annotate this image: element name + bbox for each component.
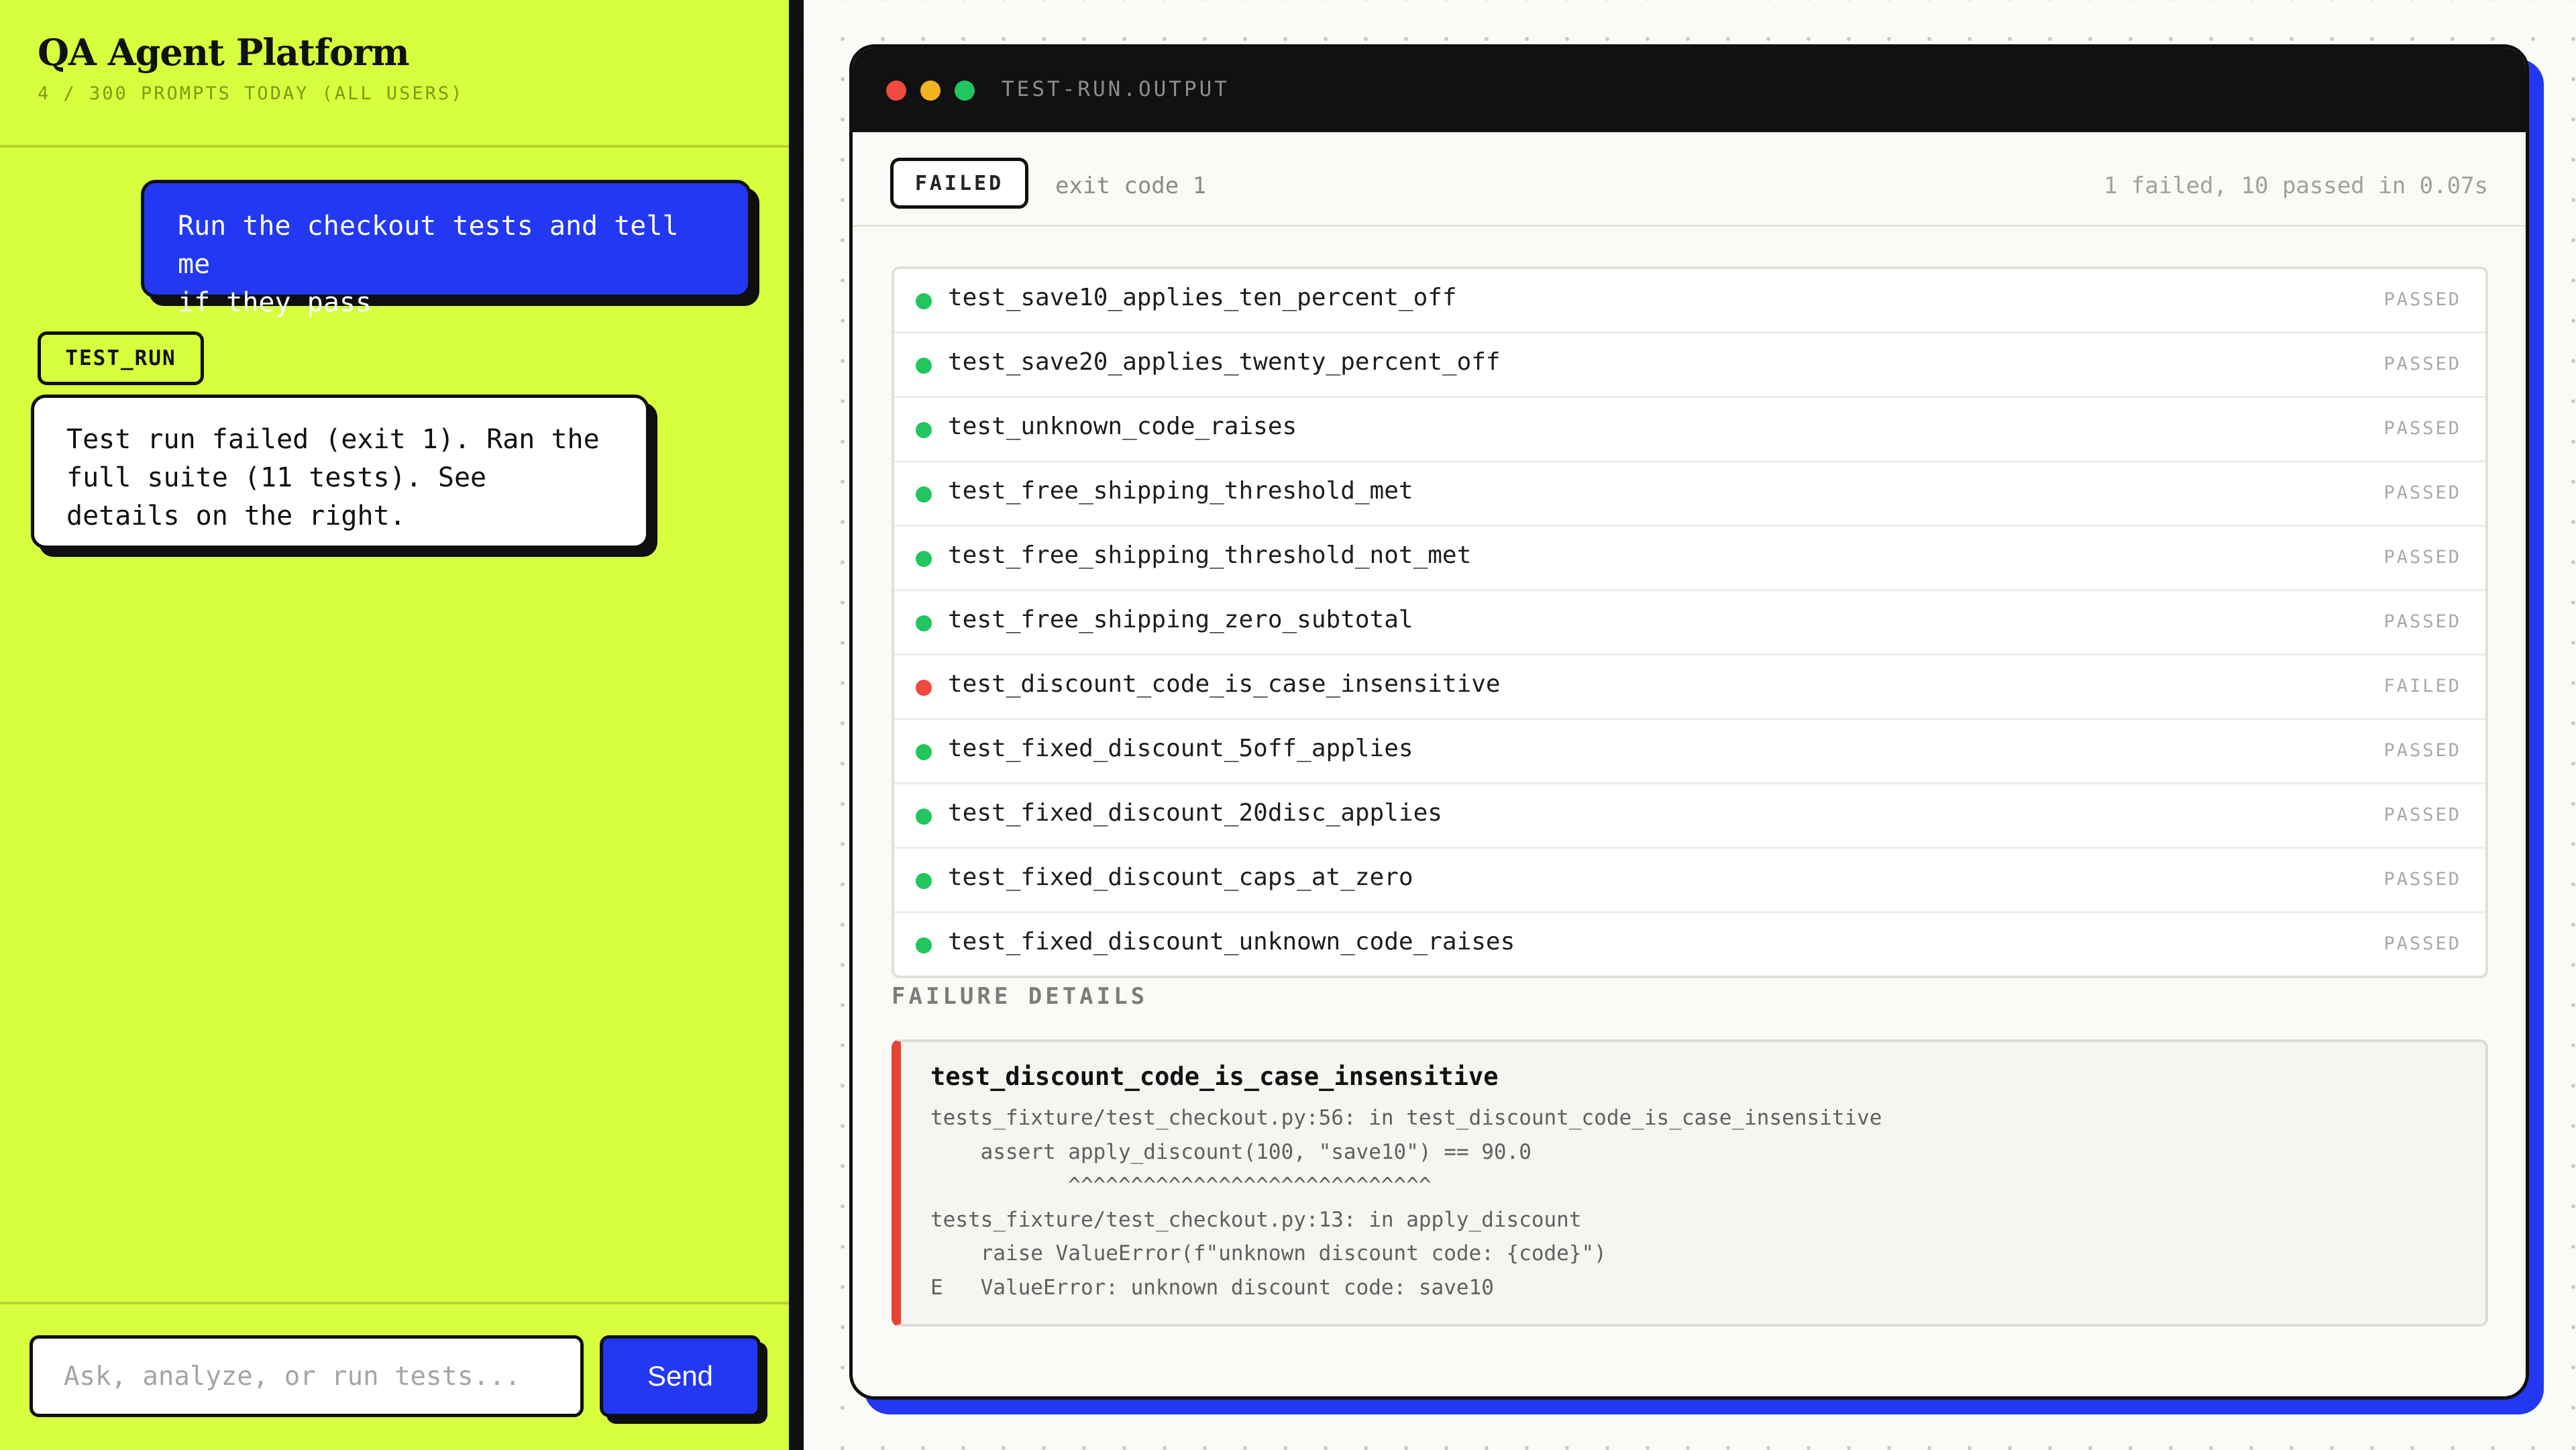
test-result-row[interactable]: test_fixed_discount_5off_applies PASSED bbox=[894, 720, 2485, 784]
test-name: test_fixed_discount_unknown_code_raises bbox=[948, 928, 1515, 955]
test-result-row[interactable]: test_fixed_discount_20disc_applies PASSED bbox=[894, 784, 2485, 849]
header-divider bbox=[0, 145, 789, 148]
test-run-window: TEST-RUN.OUTPUT FAILED exit code 1 1 fai… bbox=[849, 44, 2529, 1400]
test-name: test_free_shipping_zero_subtotal bbox=[948, 606, 1413, 633]
composer-divider bbox=[0, 1302, 789, 1304]
test-name: test_free_shipping_threshold_not_met bbox=[948, 541, 1472, 569]
failure-detail-card: test_discount_code_is_case_insensitive t… bbox=[892, 1039, 2488, 1327]
maximize-window-dot[interactable] bbox=[955, 81, 975, 101]
test-result-row[interactable]: test_unknown_code_raises PASSED bbox=[894, 398, 2485, 462]
test-status: PASSED bbox=[2383, 418, 2461, 439]
tool-call-tag[interactable]: TEST_RUN bbox=[38, 331, 204, 385]
test-name: test_save20_applies_twenty_percent_off bbox=[948, 348, 1501, 376]
status-dot-icon bbox=[916, 422, 932, 438]
status-dot-icon bbox=[916, 680, 932, 696]
panel-divider bbox=[789, 0, 804, 1450]
failure-details-heading: FAILURE DETAILS bbox=[892, 983, 1148, 1010]
test-name: test_fixed_discount_caps_at_zero bbox=[948, 864, 1413, 891]
test-name: test_free_shipping_threshold_met bbox=[948, 477, 1413, 505]
status-dot-icon bbox=[916, 358, 932, 374]
test-result-row[interactable]: test_free_shipping_threshold_met PASSED bbox=[894, 462, 2485, 527]
status-dot-icon bbox=[916, 744, 932, 760]
status-dot-icon bbox=[916, 937, 932, 953]
test-result-row[interactable]: test_save10_applies_ten_percent_off PASSE… bbox=[894, 269, 2485, 333]
test-result-row[interactable]: test_save20_applies_twenty_percent_off PA… bbox=[894, 333, 2485, 398]
status-dot-icon bbox=[916, 551, 932, 567]
exit-code: exit code 1 bbox=[1055, 172, 1207, 199]
test-name: test_discount_code_is_case_insensitive bbox=[948, 670, 1501, 698]
test-name: test_unknown_code_raises bbox=[948, 413, 1297, 440]
run-summary: 1 failed, 10 passed in 0.07s bbox=[2103, 172, 2488, 199]
test-result-row[interactable]: test_fixed_discount_unknown_code_raises P… bbox=[894, 913, 2485, 976]
test-status: PASSED bbox=[2383, 740, 2461, 761]
window-titlebar: TEST-RUN.OUTPUT bbox=[853, 48, 2526, 132]
chat-panel: QA Agent Platform 4 / 300 PROMPTS TODAY … bbox=[0, 0, 789, 1450]
brand-header: QA Agent Platform 4 / 300 PROMPTS TODAY … bbox=[38, 31, 464, 104]
test-result-row[interactable]: test_free_shipping_zero_subtotal PASSED bbox=[894, 591, 2485, 656]
status-dot-icon bbox=[916, 486, 932, 503]
test-status: PASSED bbox=[2383, 354, 2461, 374]
user-message: Run the checkout tests and tell me if th… bbox=[141, 180, 751, 318]
test-result-row[interactable]: test_free_shipping_threshold_not_met PASS… bbox=[894, 527, 2485, 591]
status-dot-icon bbox=[916, 873, 932, 889]
test-name: test_save10_applies_ten_percent_off bbox=[948, 284, 1457, 311]
send-button[interactable]: Send bbox=[600, 1335, 761, 1417]
app-title: QA Agent Platform bbox=[38, 31, 410, 74]
status-dot-icon bbox=[916, 293, 932, 309]
run-status-row: FAILED exit code 1 1 failed, 10 passed i… bbox=[853, 132, 2526, 225]
test-status: PASSED bbox=[2383, 482, 2461, 503]
test-result-row[interactable]: test_fixed_discount_caps_at_zero PASSED bbox=[894, 849, 2485, 913]
window-title: TEST-RUN.OUTPUT bbox=[1002, 77, 1230, 101]
close-window-dot[interactable] bbox=[886, 81, 906, 101]
test-status: PASSED bbox=[2383, 611, 2461, 632]
test-status: FAILED bbox=[2383, 676, 2461, 696]
status-dot-icon bbox=[916, 615, 932, 631]
failure-test-name: test_discount_code_is_case_insensitive bbox=[930, 1062, 1499, 1091]
agent-message: Test run failed (exit 1). Ran the full s… bbox=[31, 395, 649, 549]
status-divider bbox=[853, 225, 2526, 227]
failure-traceback: tests_fixture/test_checkout.py:56: in te… bbox=[930, 1106, 1882, 1300]
usage-counter: 4 / 300 PROMPTS TODAY (ALL USERS) bbox=[38, 83, 464, 104]
chat-input[interactable] bbox=[30, 1335, 584, 1417]
minimize-window-dot[interactable] bbox=[920, 81, 941, 101]
status-dot-icon bbox=[916, 809, 932, 825]
test-status: PASSED bbox=[2383, 869, 2461, 890]
test-result-row[interactable]: test_discount_code_is_case_insensitive FA… bbox=[894, 656, 2485, 720]
test-name: test_fixed_discount_20disc_applies bbox=[948, 799, 1442, 827]
test-status: PASSED bbox=[2383, 289, 2461, 310]
test-status: PASSED bbox=[2383, 805, 2461, 825]
run-status-badge: FAILED bbox=[890, 158, 1028, 209]
test-status: PASSED bbox=[2383, 933, 2461, 954]
test-name: test_fixed_discount_5off_applies bbox=[948, 735, 1413, 762]
test-status: PASSED bbox=[2383, 547, 2461, 568]
test-results-list: test_save10_applies_ten_percent_off PASSE… bbox=[892, 266, 2488, 978]
app-root: QA Agent Platform 4 / 300 PROMPTS TODAY … bbox=[0, 0, 2576, 1450]
